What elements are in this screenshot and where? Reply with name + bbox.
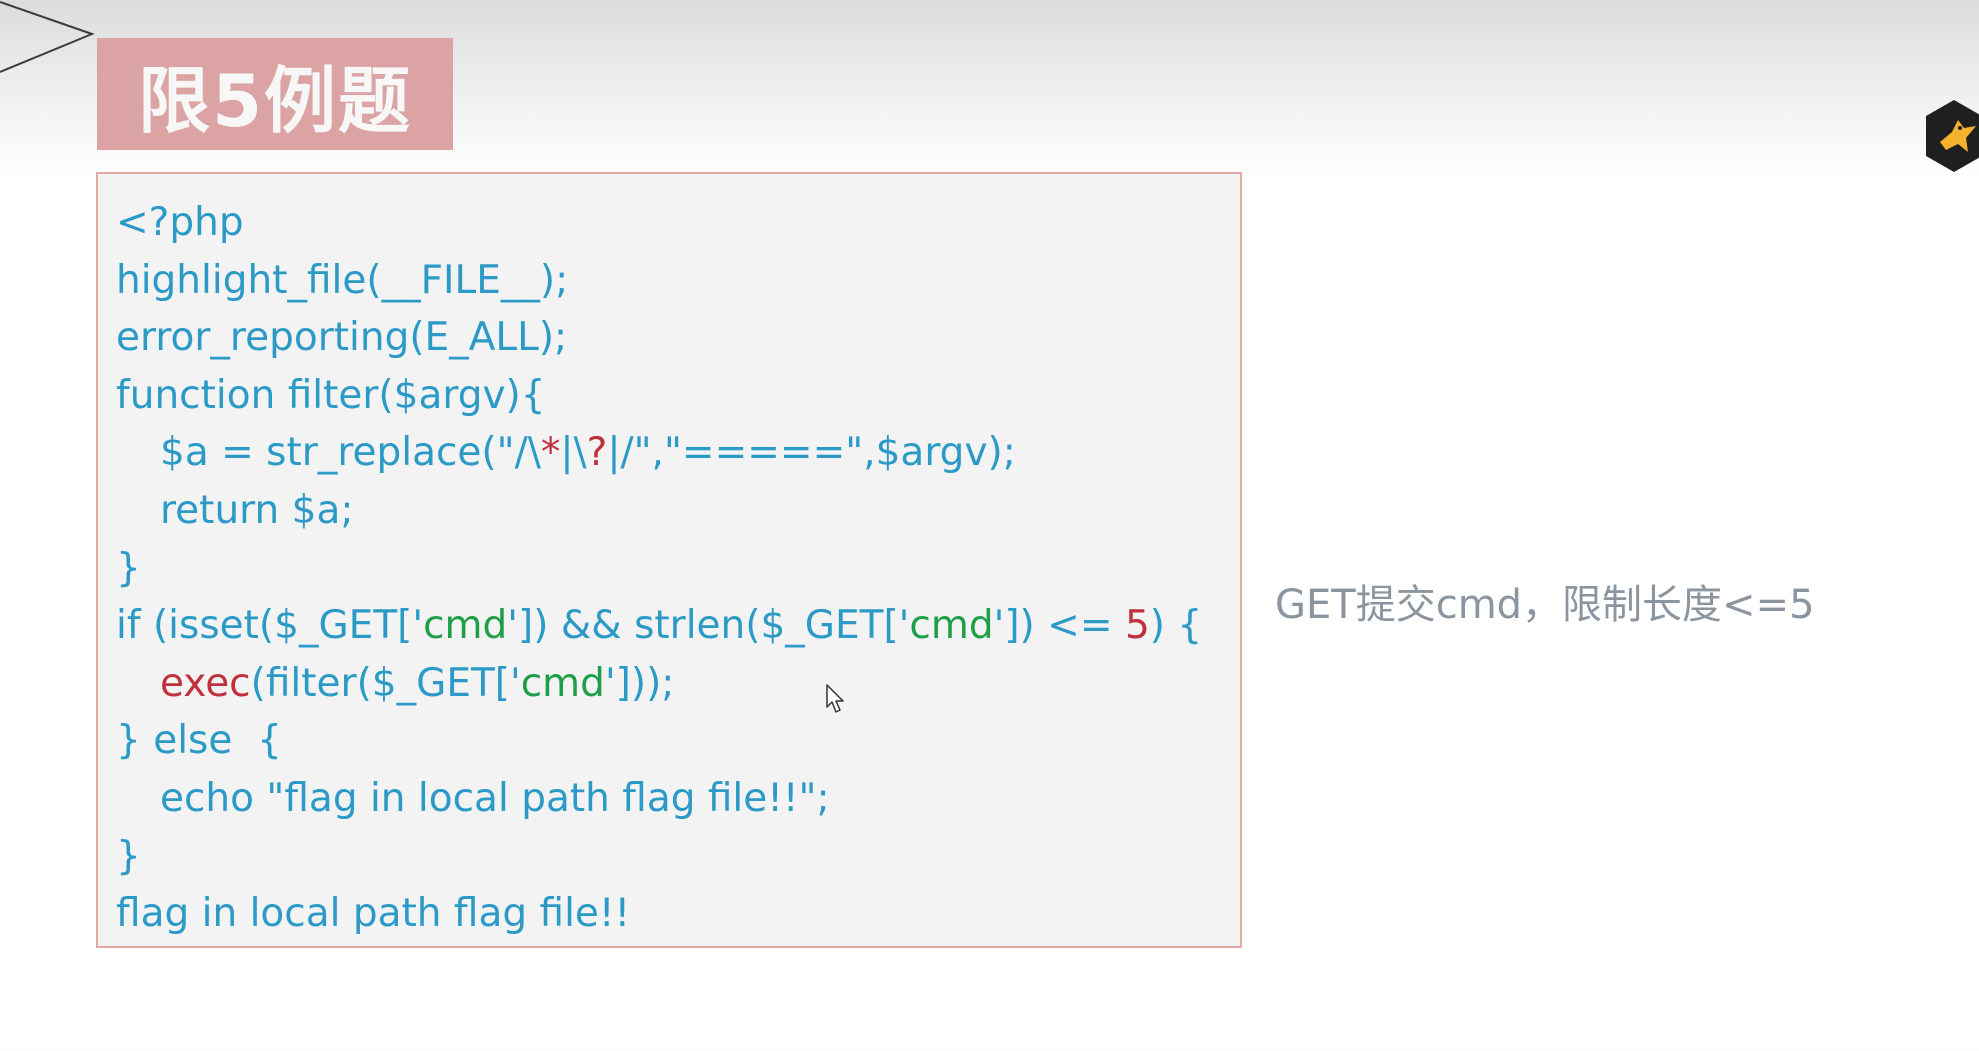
slide-title-box: 限5例题 [97,38,453,150]
code-block: <?php highlight_file(__FILE__); error_re… [96,172,1242,948]
code-line-7: } [116,545,141,591]
code-line-11: echo "flag in local path flag file!!"; [160,775,830,821]
code-token-green: cmd [520,660,605,706]
code-line-5: $a = str_replace("/\*|\?|/","=====",$arg… [116,424,1202,482]
code-line-2: highlight_file(__FILE__); [116,257,569,303]
code-token: |/","=====",$argv); [607,430,1016,476]
code-token-green: cmd [909,603,994,649]
code-lines: <?php highlight_file(__FILE__); error_re… [116,194,1202,943]
triangle-arrow-decoration [0,1,95,73]
code-token-red: 5 [1124,603,1150,649]
side-note: GET提交cmd，限制长度<=5 [1275,582,1815,628]
slide-title: 限5例题 [137,58,413,143]
code-line-9: exec(filter($_GET['cmd'])); [116,655,1202,713]
code-token: |\ [560,430,587,476]
code-token: $a = str_replace("/\ [160,430,541,476]
code-line-13: flag in local path flag file!! [116,891,631,937]
code-token-red: ? [586,430,608,476]
code-token-green: cmd [423,603,508,649]
code-token: '])); [604,660,675,706]
code-line-8: if (isset($_GET['cmd']) && strlen($_GET[… [116,597,1202,655]
code-token: ) { [1149,603,1203,649]
code-line-4: function filter($argv){ [116,372,546,418]
code-line-10: } else { [116,718,282,764]
code-token: if (isset($_GET[' [116,603,424,649]
code-token: (filter($_GET[' [250,660,521,706]
code-token: ']) <= [993,603,1125,649]
code-line-3: error_reporting(E_ALL); [116,315,568,361]
hexagon-bird-logo-icon [1926,100,1979,172]
code-token-red: exec [160,660,251,706]
code-token: ']) && strlen($_GET[' [507,603,910,649]
code-line-12: } [116,833,141,879]
code-line-1: <?php [116,200,244,245]
code-line-6: return $a; [160,487,354,533]
code-token-red: * [540,430,561,476]
mouse-pointer-icon [826,684,844,713]
